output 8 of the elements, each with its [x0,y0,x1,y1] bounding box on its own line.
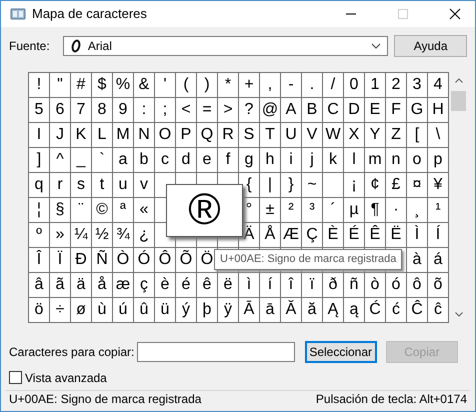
tooltip: U+00AE: Signo de marca registrada [214,248,402,270]
copy-label: Caracteres para copiar: [9,344,136,359]
status-description: U+00AE: Signo de marca registrada [9,392,202,406]
window-title: Mapa de caracteres [32,6,147,22]
font-label: Fuente: [9,38,51,53]
advanced-label: Vista avanzada [25,370,107,385]
status-keystroke: Pulsación de tecla: Alt+0174 [316,392,467,406]
magnifier-tooltip: ® [166,184,243,237]
